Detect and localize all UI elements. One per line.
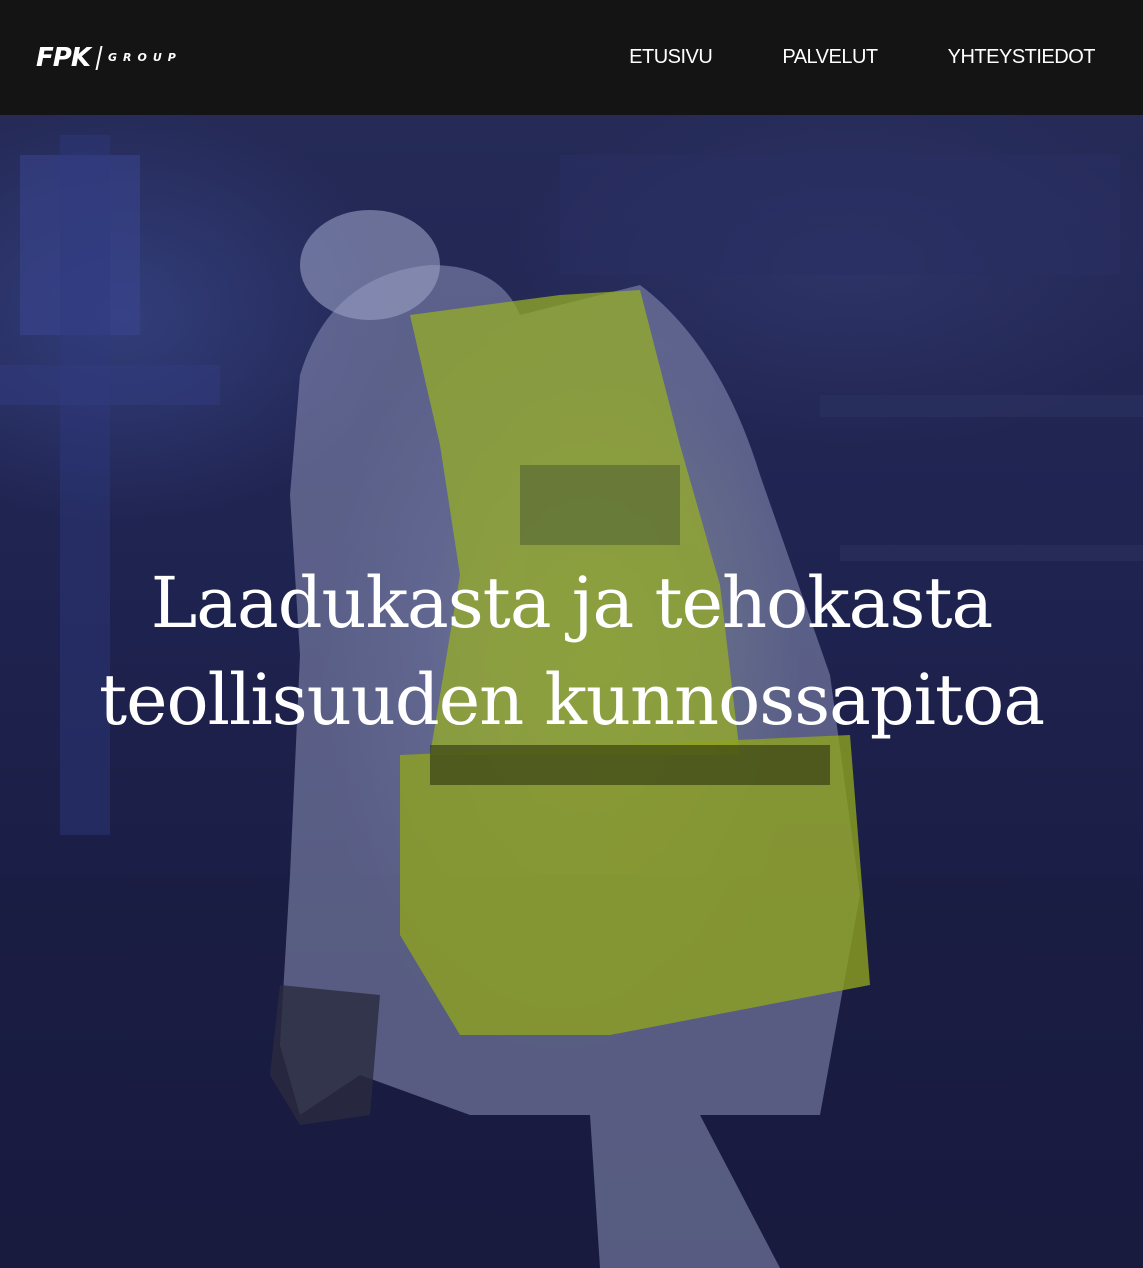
brand-logo[interactable]: FPK GROUP [36, 38, 182, 78]
hero-title: Laadukasta ja tehokasta teollisuuden kun… [0, 555, 1143, 749]
top-navbar: FPK GROUP ETUSIVU PALVELUT YHTEYSTIEDOT [0, 0, 1143, 115]
logo-wordmark: GROUP [107, 51, 182, 64]
logo-divider [95, 45, 103, 70]
nav-link-etusivu[interactable]: ETUSIVU [629, 46, 713, 69]
logo-mark: FPK [36, 42, 91, 73]
hero-section: Laadukasta ja tehokasta teollisuuden kun… [0, 115, 1143, 1268]
hero-title-line-1: Laadukasta ja tehokasta [150, 562, 993, 644]
nav-link-palvelut[interactable]: PALVELUT [782, 46, 878, 69]
nav-link-yhteystiedot[interactable]: YHTEYSTIEDOT [948, 46, 1096, 69]
main-nav: ETUSIVU PALVELUT YHTEYSTIEDOT [629, 46, 1095, 69]
hero-title-line-2: teollisuuden kunnossapitoa [98, 659, 1045, 741]
